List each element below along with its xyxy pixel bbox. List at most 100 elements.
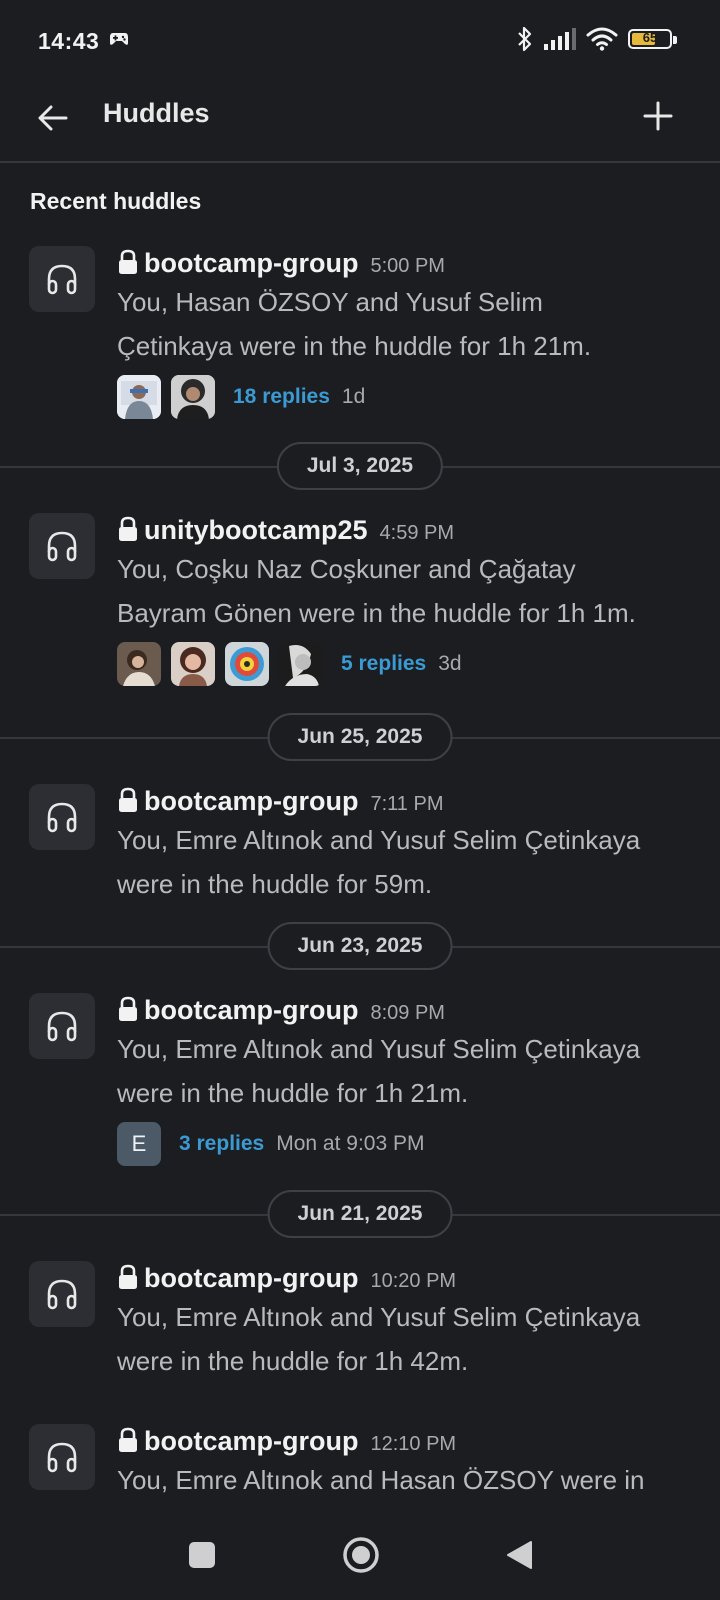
huddle-description: You, Emre Altınok and Hasan ÖZSOY were i…: [117, 1458, 692, 1502]
channel-name[interactable]: bootcamp-group: [144, 786, 358, 817]
avatar: [171, 642, 215, 686]
date-divider: Jun 23, 2025: [0, 922, 720, 970]
huddle-title-row: unitybootcamp25 4:59 PM: [117, 513, 692, 549]
channel-name[interactable]: bootcamp-group: [144, 1426, 358, 1457]
recents-square-icon: [189, 1542, 215, 1568]
back-triangle-icon: [507, 1541, 532, 1569]
home-button[interactable]: [336, 1530, 386, 1580]
huddle-title-row: bootcamp-group 7:11 PM: [117, 784, 692, 820]
lock-icon: [119, 516, 137, 541]
channel-name[interactable]: bootcamp-group: [144, 248, 358, 279]
battery-icon: 65: [628, 29, 677, 49]
add-huddle-button[interactable]: [636, 94, 680, 138]
section-title: Recent huddles: [30, 188, 202, 214]
huddle-description-line: You, Hasan ÖZSOY and Yusuf Selim: [117, 287, 543, 317]
huddle-description-line: were in the huddle for 1h 42m.: [117, 1346, 469, 1376]
replies-time: Mon at 9:03 PM: [276, 1132, 425, 1155]
huddle-title-row: bootcamp-group 10:20 PM: [117, 1261, 692, 1297]
avatar: [117, 642, 161, 686]
avatar: E: [117, 1122, 161, 1166]
huddle-body: bootcamp-group 10:20 PM You, Emre Altıno…: [117, 1261, 692, 1383]
huddle-body: bootcamp-group 7:11 PM You, Emre Altınok…: [117, 784, 692, 906]
headphones-icon: [47, 531, 77, 562]
huddle-description-line: were in the huddle for 59m.: [117, 869, 433, 899]
huddle-time: 8:09 PM: [370, 1002, 445, 1024]
date-divider: Jul 3, 2025: [0, 442, 720, 490]
headphones-icon: [47, 1011, 77, 1042]
replies-time: 3d: [438, 652, 462, 675]
huddle-title-row: bootcamp-group 8:09 PM: [117, 993, 692, 1029]
status-bar: 14:43 65: [0, 0, 720, 80]
huddle-description-line: You, Emre Altınok and Yusuf Selim Çetink…: [117, 825, 641, 855]
channel-name[interactable]: unitybootcamp25: [144, 515, 368, 546]
huddle-body: bootcamp-group 12:10 PM You, Emre Altıno…: [117, 1424, 692, 1502]
avatar: [117, 375, 161, 419]
huddle-body: bootcamp-group 5:00 PM You, Hasan ÖZSOY …: [117, 246, 692, 420]
recents-button[interactable]: [177, 1530, 227, 1580]
system-nav-bar: [0, 1510, 720, 1600]
huddle-icon-box: [29, 1424, 95, 1490]
huddle-description-line: Bayram Gönen were in the huddle for 1h 1…: [117, 598, 636, 628]
huddle-icon-box: [29, 1261, 95, 1327]
replies-link[interactable]: 3 replies: [179, 1132, 264, 1156]
huddle-description-line: You, Emre Altınok and Yusuf Selim Çetink…: [117, 1302, 641, 1332]
date-pill[interactable]: Jun 23, 2025: [267, 922, 453, 970]
lock-icon: [119, 1264, 137, 1289]
huddle-description: You, Coşku Naz Coşkuner and Çağatay Bayr…: [117, 547, 692, 635]
screen: 14:43 65 Huddles Recent huddles bootcamp…: [0, 0, 720, 1600]
lock-icon: [119, 787, 137, 812]
bluetooth-icon: [518, 26, 532, 52]
lock-icon: [119, 1427, 137, 1452]
battery-level: 65: [642, 30, 658, 45]
page-title: Huddles: [103, 98, 210, 128]
huddle-description-line: Çetinkaya were in the huddle for 1h 21m.: [117, 331, 592, 361]
app-header: Huddles: [0, 80, 720, 163]
huddle-icon-box: [29, 993, 95, 1059]
back-button[interactable]: [30, 96, 74, 140]
huddle-body: bootcamp-group 8:09 PM You, Emre Altınok…: [117, 993, 692, 1167]
huddle-time: 12:10 PM: [370, 1433, 457, 1455]
lock-icon: [119, 996, 137, 1021]
headphones-icon: [47, 1442, 77, 1473]
huddle-description: You, Emre Altınok and Yusuf Selim Çetink…: [117, 818, 692, 906]
status-time: 14:43: [38, 28, 100, 54]
replies-row[interactable]: E 3 replies Mon at 9:03 PM: [117, 1121, 692, 1167]
huddle-description: You, Hasan ÖZSOY and Yusuf Selim Çetinka…: [117, 280, 692, 368]
date-pill[interactable]: Jun 25, 2025: [267, 713, 453, 761]
headphones-icon: [47, 264, 77, 295]
replies-row[interactable]: 5 replies 3d: [117, 641, 692, 687]
huddle-item[interactable]: bootcamp-group 12:10 PM You, Emre Altıno…: [0, 1424, 720, 1510]
date-divider: Jun 21, 2025: [0, 1190, 720, 1238]
huddle-body: unitybootcamp25 4:59 PM You, Coşku Naz C…: [117, 513, 692, 687]
huddle-time: 4:59 PM: [379, 522, 455, 544]
huddle-description: You, Emre Altınok and Yusuf Selim Çetink…: [117, 1295, 692, 1383]
gamepad-icon: [110, 33, 128, 45]
headphones-icon: [47, 802, 77, 833]
signal-icon: [544, 28, 576, 50]
huddle-time: 10:20 PM: [370, 1270, 457, 1292]
avatar: [171, 375, 215, 419]
replies-link[interactable]: 5 replies: [341, 652, 426, 676]
wifi-icon: [586, 27, 618, 51]
home-circle-icon: [343, 1537, 379, 1573]
date-pill[interactable]: Jul 3, 2025: [276, 442, 444, 490]
avatar: [225, 642, 269, 686]
headphones-icon: [47, 1279, 77, 1310]
plus-icon: [643, 101, 673, 131]
huddle-icon-box: [29, 513, 95, 579]
channel-name[interactable]: bootcamp-group: [144, 1263, 358, 1294]
date-pill[interactable]: Jun 21, 2025: [267, 1190, 453, 1238]
system-back-button[interactable]: [494, 1530, 544, 1580]
huddle-description-line: were in the huddle for 1h 21m.: [117, 1078, 469, 1108]
huddle-title-row: bootcamp-group 12:10 PM: [117, 1424, 692, 1460]
huddle-icon-box: [29, 246, 95, 312]
huddle-time: 7:11 PM: [370, 793, 444, 815]
replies-link[interactable]: 18 replies: [233, 385, 330, 409]
replies-row[interactable]: 18 replies 1d: [117, 374, 692, 420]
huddle-time: 5:00 PM: [370, 255, 445, 277]
lock-icon: [119, 249, 137, 274]
huddle-description-line: You, Emre Altınok and Yusuf Selim Çetink…: [117, 1034, 641, 1064]
channel-name[interactable]: bootcamp-group: [144, 995, 358, 1026]
date-divider: Jun 25, 2025: [0, 713, 720, 761]
arrow-left-icon: [38, 105, 68, 131]
